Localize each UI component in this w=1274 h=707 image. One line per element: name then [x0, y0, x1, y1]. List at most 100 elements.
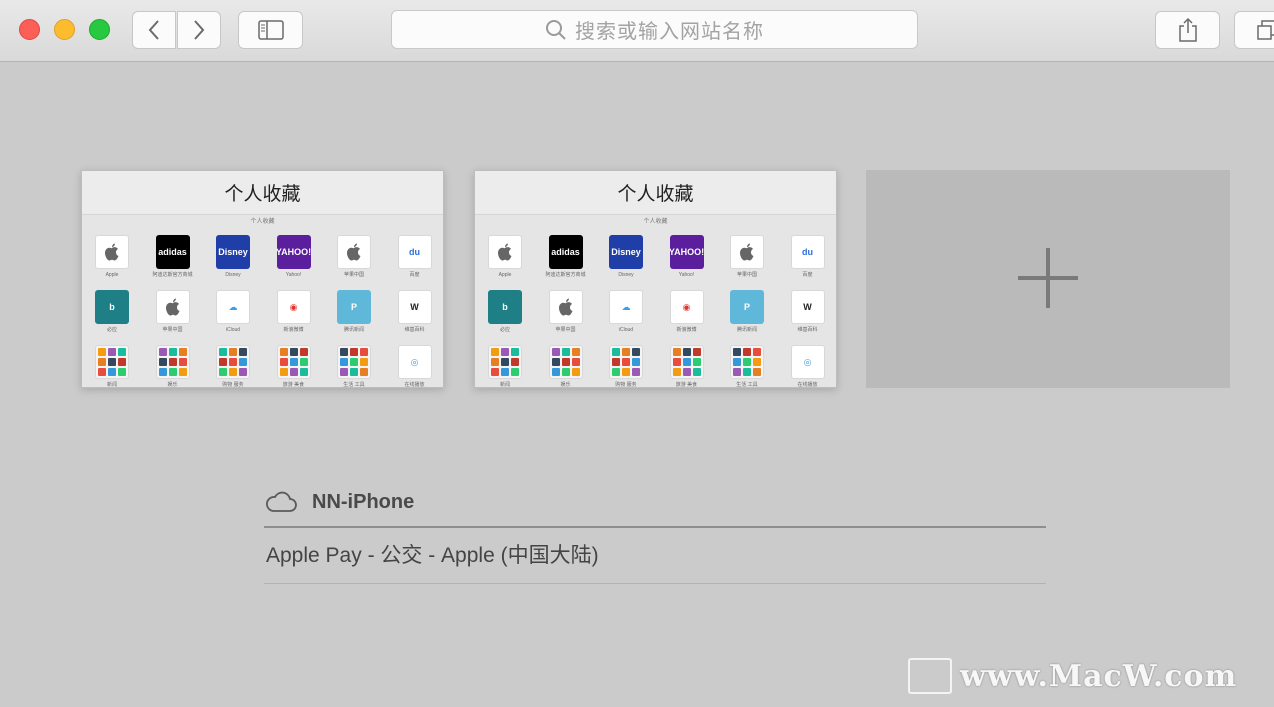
add-page-tile[interactable] [866, 170, 1230, 388]
favorite-label: 新闻 [106, 382, 117, 388]
plus-icon [1046, 248, 1050, 308]
wikipedia-logo-icon: W [397, 290, 432, 324]
favorite-label: 维基百科 [404, 327, 425, 333]
favorite-tile[interactable]: b 必应 [82, 290, 142, 339]
app-icon-icon: ◎ [790, 345, 825, 379]
favorite-tile[interactable]: ◎ 在线播放 [385, 345, 444, 388]
favorite-tile[interactable]: 购物 服务 [203, 345, 263, 388]
favorite-tile[interactable]: YAHOO! Yahoo! [264, 235, 324, 284]
thumbnail-title: 个人收藏 [475, 171, 836, 215]
disney-logo-icon: Disney [216, 235, 250, 269]
favorite-tile[interactable]: 娱乐 [143, 345, 203, 387]
favorite-tile[interactable]: 苹果中国 [143, 290, 203, 339]
favorite-label: 必应 [499, 327, 510, 333]
favorite-label: 在线播放 [404, 382, 425, 388]
favorite-tile[interactable]: P 腾讯新闻 [324, 290, 384, 339]
folder-icon-icon [216, 345, 250, 379]
favorite-tile[interactable]: 生活 工具 [717, 345, 777, 387]
favorite-tile[interactable]: 旅游 美食 [657, 345, 717, 387]
favorite-tile[interactable]: P 腾讯新闻 [717, 290, 777, 339]
favorite-tile[interactable]: YAHOO! Yahoo! [657, 235, 717, 284]
favorite-tile[interactable]: ☁ iCloud [203, 290, 263, 339]
favorite-tile[interactable]: Apple [475, 235, 535, 284]
apple-logo-icon [155, 290, 190, 324]
icloud-tabs-section: NN-iPhone Apple Pay - 公交 - Apple (中国大陆) [264, 486, 1046, 584]
favorite-tile[interactable]: 苹果中国 [324, 235, 384, 284]
favorite-label: 娱乐 [560, 382, 571, 388]
apple-logo-icon [548, 290, 583, 324]
favorite-tile[interactable]: ◉ 新浪微博 [264, 290, 324, 339]
favorite-tile[interactable]: 旅游 美食 [264, 345, 324, 387]
icloud-tab-item[interactable]: Apple Pay - 公交 - Apple (中国大陆) [264, 528, 1046, 583]
favorite-tile[interactable]: ☁ iCloud [596, 290, 656, 339]
weibo-logo-icon: ◉ [669, 290, 704, 324]
favorites-thumbnail[interactable]: 个人收藏 个人收藏 Apple adidas 阿迪达斯官方商城 Disney Disne… [81, 170, 444, 388]
share-button[interactable] [1155, 11, 1220, 49]
disney-logo-icon: Disney [609, 235, 643, 269]
favorites-thumbnail[interactable]: 个人收藏 个人收藏 Apple adidas 阿迪达斯官方商城 Disney Disne… [474, 170, 837, 388]
favorite-tile[interactable]: du 百度 [385, 235, 444, 284]
favorite-label: Yahoo! [678, 272, 695, 278]
favorite-tile[interactable]: W 维基百科 [385, 290, 444, 339]
folder-icon-icon [95, 345, 129, 379]
favorite-label: 腾讯新闻 [736, 327, 757, 333]
favorite-tile[interactable]: 苹果中国 [717, 235, 777, 284]
yahoo-logo-icon: YAHOO! [669, 235, 704, 269]
search-icon [546, 19, 566, 40]
favorite-label: 百度 [802, 272, 813, 278]
favorite-tile[interactable]: adidas 阿迪达斯官方商城 [143, 235, 203, 284]
favorite-tile[interactable]: b 必应 [475, 290, 535, 339]
favorite-tile[interactable]: W 维基百科 [778, 290, 837, 339]
favorite-tile[interactable]: ◉ 新浪微博 [657, 290, 717, 339]
favorite-tile[interactable]: adidas 阿迪达斯官方商城 [536, 235, 596, 284]
watermark: www.MacW.com [908, 658, 1237, 694]
chevron-right-icon [194, 20, 205, 40]
favorite-tile[interactable]: ◎ 在线播放 [778, 345, 837, 387]
favorite-tile[interactable]: Disney Disney [596, 235, 656, 284]
adidas-logo-icon: adidas [155, 235, 190, 269]
app-icon-icon: ◎ [397, 345, 432, 379]
apple-logo-icon [337, 235, 371, 269]
favorite-label: 新浪微博 [283, 327, 304, 333]
favorite-tile[interactable]: 新闻 [475, 345, 535, 387]
apple-logo-icon [95, 235, 129, 269]
thumbnail-subtitle: 个人收藏 [250, 219, 275, 225]
favorite-label: Disney [225, 272, 241, 278]
close-window-button[interactable] [19, 19, 40, 40]
favorite-label: 阿迪达斯官方商城 [152, 272, 193, 278]
weibo-logo-icon: ◉ [276, 290, 311, 324]
favorite-label: 购物 服务 [222, 382, 244, 388]
show-tabs-button[interactable] [1234, 11, 1274, 49]
favorite-label: 维基百科 [797, 327, 818, 333]
favorite-label: Yahoo! [285, 272, 302, 278]
favorite-tile[interactable]: du 百度 [778, 235, 837, 284]
folder-icon-icon [548, 345, 583, 379]
back-button[interactable] [132, 11, 176, 49]
cloud-icon [266, 491, 297, 512]
favorite-tile[interactable]: 购物 服务 [596, 345, 656, 388]
apple-logo-icon [730, 235, 764, 269]
favorite-label: Apple [498, 272, 512, 278]
favorite-tile[interactable]: 生活 工具 [324, 345, 384, 387]
favorite-tile[interactable]: 苹果中国 [536, 290, 596, 339]
thumbnail-subtitle: 个人收藏 [643, 219, 668, 225]
device-name: NN-iPhone [312, 490, 415, 513]
favorite-tile[interactable]: Disney Disney [203, 235, 263, 284]
favorite-label: 购物 服务 [615, 382, 637, 388]
sidebar-toggle-button[interactable] [238, 11, 303, 49]
favorite-tile[interactable]: 新闻 [82, 345, 142, 388]
minimize-window-button[interactable] [54, 19, 75, 40]
forward-button[interactable] [177, 11, 221, 49]
favorite-tile[interactable]: 娱乐 [536, 345, 596, 388]
yahoo-logo-icon: YAHOO! [276, 235, 311, 269]
watermark-text: www.MacW.com [960, 658, 1238, 694]
zoom-window-button[interactable] [89, 19, 110, 40]
bing-logo-icon: b [95, 290, 129, 324]
favorite-tile[interactable]: Apple [82, 235, 142, 284]
icloud-logo-icon: ☁ [216, 290, 250, 324]
address-bar[interactable]: 搜索或输入网站名称 [391, 10, 918, 49]
address-bar-placeholder: 搜索或输入网站名称 [575, 21, 764, 43]
apple-logo-icon [488, 235, 522, 269]
favorite-label: 苹果中国 [555, 327, 576, 333]
favorites-grid: Apple adidas 阿迪达斯官方商城 Disney Disney YAHOO! Yah… [475, 229, 837, 388]
